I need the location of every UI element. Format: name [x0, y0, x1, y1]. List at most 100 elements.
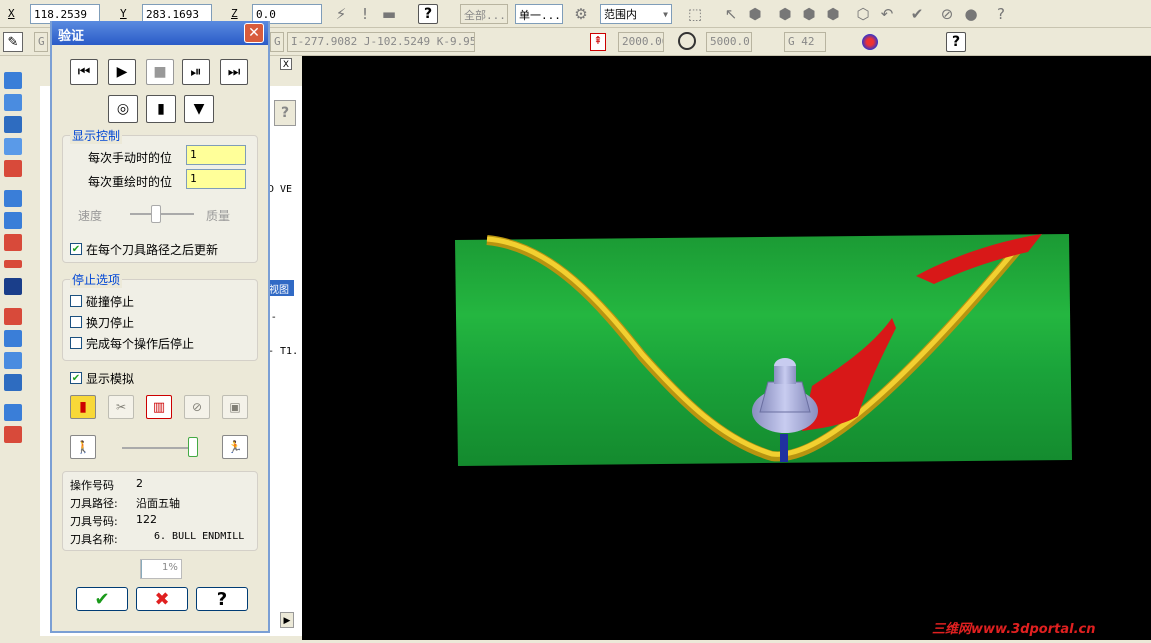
- watermark-text: 三维网www.3dportal.cn: [932, 618, 1095, 637]
- gear-icon[interactable]: ⚙: [570, 3, 592, 25]
- zoom-tool-button[interactable]: ⊘: [184, 395, 210, 419]
- progress-text: 1%: [162, 562, 178, 573]
- ops-tree-selected-view[interactable]: 视图1: [268, 280, 294, 296]
- body-select-icon[interactable]: ⬡: [852, 3, 874, 25]
- verify-select-icon[interactable]: ✔: [906, 3, 928, 25]
- globe-icon[interactable]: [862, 34, 878, 50]
- sidebar-boolean-icon[interactable]: [4, 426, 22, 443]
- face-select-icon[interactable]: ⬢: [774, 3, 796, 25]
- ops-tree-text-t1: - T1.: [268, 346, 298, 357]
- verify-dialog: 验证 ✕ ⏮ ▶ ■ ⏯ ⏭ ◎ ▮ ▼ 显示控制 每次手动时的位 1 每次重绘…: [50, 21, 270, 633]
- sidebar-cone-icon[interactable]: [4, 234, 22, 251]
- feed-icon[interactable]: ⇞: [590, 33, 606, 51]
- dialog-title: 验证: [58, 29, 84, 44]
- collision-stop-checkbox[interactable]: [70, 295, 82, 307]
- toolbar-help-icon[interactable]: ?: [990, 3, 1012, 25]
- stock-color-button[interactable]: ▮: [70, 395, 96, 419]
- speed-label: 速度: [78, 207, 102, 224]
- play-button[interactable]: ▶: [108, 59, 136, 85]
- gcode-field[interactable]: G 42: [784, 32, 826, 52]
- exclamation-icon[interactable]: !: [354, 3, 376, 25]
- help-icon[interactable]: ?: [418, 4, 438, 24]
- level-select[interactable]: 全部...: [460, 4, 508, 24]
- solid-select-icon[interactable]: ⬢: [744, 3, 766, 25]
- sidebar-layout-icon[interactable]: [4, 404, 22, 421]
- sidebar-plane-icon[interactable]: [4, 260, 22, 268]
- chart-button[interactable]: ▥: [146, 395, 172, 419]
- feed-rate-field[interactable]: 2000.00: [618, 32, 664, 52]
- ops-close-button[interactable]: X: [280, 58, 292, 70]
- clear-select-icon[interactable]: ⊘: [936, 3, 958, 25]
- ops-help-icon[interactable]: ?: [274, 100, 296, 126]
- autocursor-icon[interactable]: ⚡: [330, 3, 352, 25]
- g-snip-field[interactable]: G: [270, 32, 284, 52]
- stop-options-title: 停止选项: [70, 271, 122, 288]
- sidebar-box-icon[interactable]: [4, 190, 22, 207]
- undo-select-icon[interactable]: ↶: [876, 3, 898, 25]
- toolpath-type-value: 沿面五轴: [136, 495, 180, 511]
- z-coord-label: Z: [231, 7, 238, 20]
- ops-scroll-right-button[interactable]: ▶: [280, 612, 294, 628]
- filter-icon[interactable]: ▬: [378, 3, 400, 25]
- edge-select-icon[interactable]: ⬢: [798, 3, 820, 25]
- op-stop-label: 完成每个操作后停止: [86, 335, 194, 352]
- tool-shank: [780, 434, 788, 462]
- sidebar-rotate-icon[interactable]: [4, 94, 22, 111]
- dialog-close-button[interactable]: ✕: [244, 23, 264, 43]
- sidebar-shell-icon[interactable]: [4, 352, 22, 369]
- graphics-viewport[interactable]: 三维网www.3dportal.cn: [302, 56, 1151, 640]
- sim-speed-slider[interactable]: [188, 437, 198, 457]
- stock-display-button[interactable]: ▼: [184, 95, 214, 123]
- toolpath-type-label: 刀具路径:: [70, 495, 118, 511]
- sidebar-fillet-icon[interactable]: [4, 330, 22, 347]
- toolchange-stop-checkbox[interactable]: [70, 316, 82, 328]
- ok-button[interactable]: ✔: [76, 587, 128, 611]
- run-fast-icon[interactable]: 🏃: [222, 435, 248, 459]
- update-after-toolpath-label: 在每个刀具路径之后更新: [86, 241, 218, 258]
- sidebar-draft-icon[interactable]: [4, 308, 22, 325]
- fast-forward-button[interactable]: ⏭: [220, 59, 248, 85]
- cutter-option-button[interactable]: ✂: [108, 395, 134, 419]
- sidebar-cylinder-icon[interactable]: [4, 212, 22, 229]
- update-after-toolpath-checkbox[interactable]: ✔: [70, 243, 82, 255]
- cancel-button[interactable]: ✖: [136, 587, 188, 611]
- show-simulation-checkbox[interactable]: ✔: [70, 372, 82, 384]
- select-box-icon[interactable]: ⬚: [684, 3, 706, 25]
- help-button[interactable]: ?: [196, 587, 248, 611]
- dialog-title-bar[interactable]: 验证: [52, 21, 268, 45]
- spindle-speed-field[interactable]: 5000.0: [706, 32, 752, 52]
- edit-icon[interactable]: ✎: [3, 32, 23, 52]
- sidebar-cube-icon[interactable]: [4, 278, 22, 295]
- vertex-select-icon[interactable]: ⬢: [822, 3, 844, 25]
- sidebar-arrow-up-icon[interactable]: [4, 72, 22, 89]
- walk-slow-icon[interactable]: 🚶: [70, 435, 96, 459]
- entity-select[interactable]: 单一...: [515, 4, 563, 24]
- left-snip-field[interactable]: G: [34, 32, 48, 52]
- quality-label: 质量: [206, 207, 230, 224]
- tool-display-button[interactable]: ◎: [108, 95, 138, 123]
- speed-quality-slider[interactable]: [151, 205, 161, 223]
- ijk-field[interactable]: I-277.9082 J-102.5249 K-9.953: [287, 32, 475, 52]
- collision-stop-label: 碰撞停止: [86, 293, 134, 310]
- holder-display-button[interactable]: ▮: [146, 95, 176, 123]
- sphere-icon[interactable]: ●: [960, 3, 982, 25]
- display-control-title: 显示控制: [70, 127, 122, 144]
- pointer-icon[interactable]: ↖: [720, 3, 742, 25]
- rewind-button[interactable]: ⏮: [70, 59, 98, 85]
- sidebar-grid-icon[interactable]: [4, 374, 22, 391]
- left-sidebar: [0, 56, 40, 636]
- sidebar-arrow-down-icon[interactable]: [4, 138, 22, 155]
- toolbar2-help-icon[interactable]: ?: [946, 32, 966, 52]
- save-stock-button[interactable]: ▣: [222, 395, 248, 419]
- spindle-icon[interactable]: [678, 32, 696, 50]
- op-stop-checkbox[interactable]: [70, 337, 82, 349]
- sidebar-solid-icon[interactable]: [4, 160, 22, 177]
- stop-button[interactable]: ■: [146, 59, 174, 85]
- toolchange-stop-label: 换刀停止: [86, 314, 134, 331]
- range-select[interactable]: 范围内▼: [600, 4, 672, 24]
- sidebar-arc-icon[interactable]: [4, 116, 22, 133]
- step-forward-button[interactable]: ⏯: [182, 59, 210, 85]
- redraw-step-input[interactable]: 1: [186, 169, 246, 189]
- manual-step-input[interactable]: 1: [186, 145, 246, 165]
- manual-step-label: 每次手动时的位: [88, 149, 172, 166]
